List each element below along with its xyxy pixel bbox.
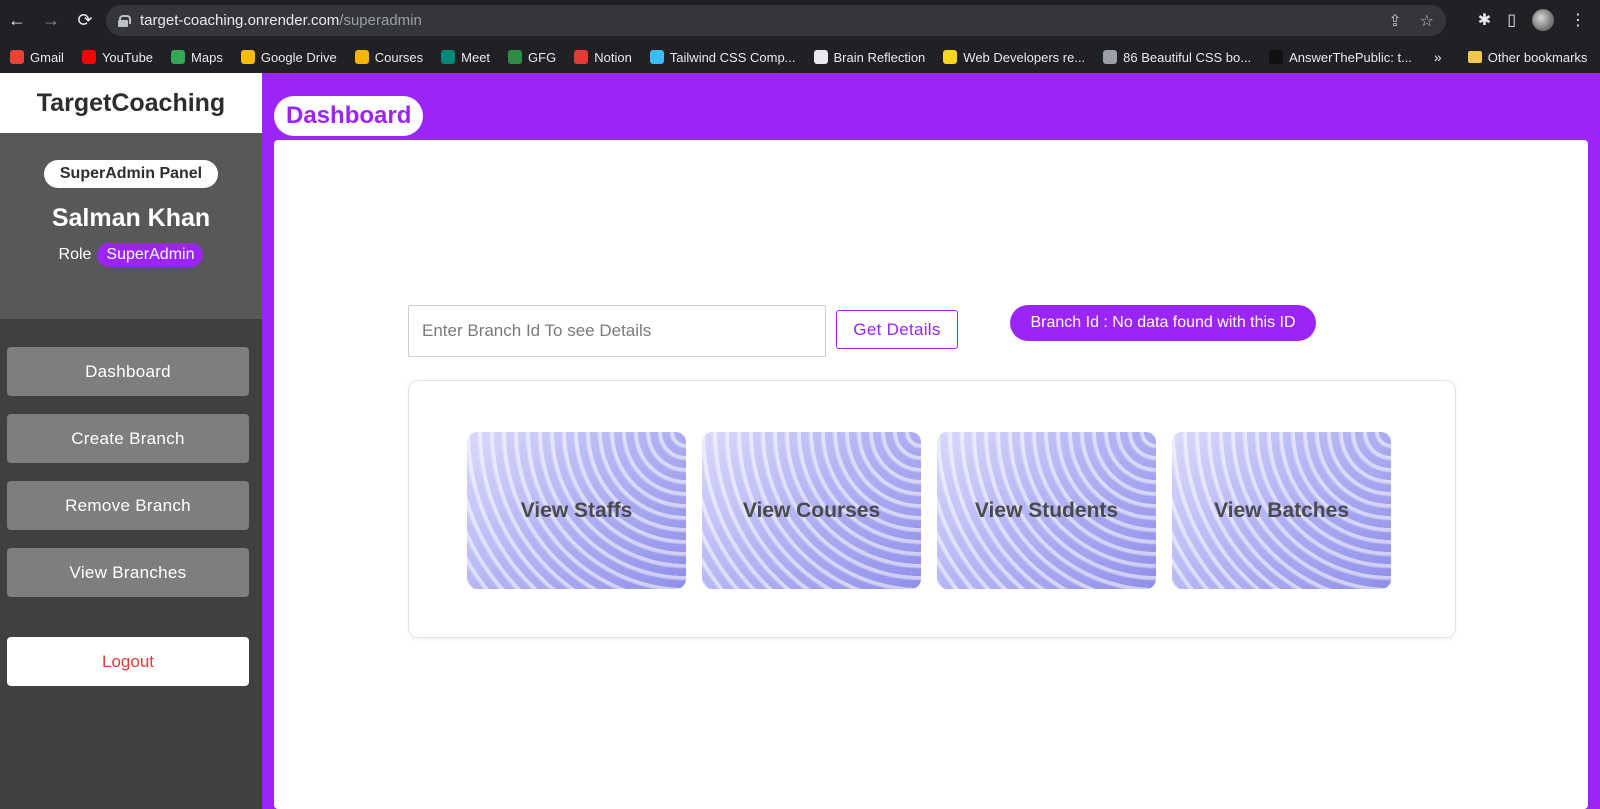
star-icon[interactable]: ☆ xyxy=(1420,11,1434,31)
bookmarks-bar: Gmail YouTube Maps Google Drive Courses Meet G… xyxy=(0,41,1600,73)
meet-icon xyxy=(441,50,456,64)
app-root: TargetCoaching SuperAdmin Panel Salman K… xyxy=(0,73,1600,809)
other-bookmarks-label: Other bookmarks xyxy=(1487,49,1588,65)
sidebar-item-dashboard[interactable]: Dashboard xyxy=(7,347,249,396)
sidebar-item-create-branch[interactable]: Create Branch xyxy=(7,414,249,463)
bookmark-label: Web Developers re... xyxy=(963,49,1086,65)
bookmark-label: Courses xyxy=(374,49,424,65)
sidebar-menu: Dashboard Create Branch Remove Branch Vi… xyxy=(0,319,262,686)
maps-icon xyxy=(171,50,186,64)
linux-icon xyxy=(943,50,958,64)
role-label: Role xyxy=(58,246,92,263)
view-students-card[interactable]: View Students xyxy=(937,432,1156,589)
profile-card: SuperAdmin Panel Salman Khan Role SuperA… xyxy=(0,133,262,319)
side-panel-icon[interactable]: ▯ xyxy=(1507,10,1516,30)
get-details-button[interactable]: Get Details xyxy=(836,310,958,349)
bookmark-item[interactable]: Gmail xyxy=(10,50,64,65)
bookmark-label: Notion xyxy=(594,49,632,65)
codepen-icon xyxy=(1103,50,1118,64)
url-host: target-coaching.onrender.com xyxy=(140,12,340,29)
main-content: Get Details Branch Id : No data found wi… xyxy=(274,140,1588,809)
browser-toolbar: ← → ⟳ target-coaching.onrender.com/super… xyxy=(0,0,1600,41)
page-title: Dashboard xyxy=(274,96,424,136)
bookmark-item[interactable]: Web Developers re... xyxy=(943,50,1085,65)
atp-icon xyxy=(1269,50,1284,64)
bookmark-item[interactable]: Tailwind CSS Comp... xyxy=(649,49,796,65)
address-bar[interactable]: target-coaching.onrender.com/superadmin … xyxy=(106,5,1446,36)
view-batches-card[interactable]: View Batches xyxy=(1172,432,1391,589)
other-bookmarks[interactable]: Other bookmarks xyxy=(1467,49,1588,65)
lock-icon xyxy=(118,14,131,27)
back-icon[interactable]: ← xyxy=(0,4,34,38)
gmail-icon xyxy=(10,50,24,64)
bookmark-item[interactable]: AnswerThePublic: t... xyxy=(1269,50,1412,65)
gfg-icon xyxy=(508,50,523,64)
logout-button[interactable]: Logout xyxy=(7,637,249,686)
branch-id-input[interactable] xyxy=(408,305,826,357)
view-courses-card[interactable]: View Courses xyxy=(702,432,921,589)
bookmark-item[interactable]: 86 Beautiful CSS bo... xyxy=(1103,50,1251,65)
bookmark-item[interactable]: YouTube xyxy=(81,49,154,65)
bookmark-label: GFG xyxy=(528,49,557,65)
tailwind-icon xyxy=(649,50,664,64)
actions-panel: View Staffs View Courses View Students V… xyxy=(408,380,1456,638)
bookmark-label: Meet xyxy=(461,49,491,65)
share-icon[interactable]: ⇪ xyxy=(1388,11,1401,31)
user-name: Salman Khan xyxy=(51,204,211,232)
sidebar-item-view-branches[interactable]: View Branches xyxy=(7,548,249,597)
reload-icon[interactable]: ⟳ xyxy=(68,4,102,38)
bookmark-label: 86 Beautiful CSS bo... xyxy=(1123,49,1252,65)
role-row: Role SuperAdmin xyxy=(59,243,204,267)
profile-avatar[interactable] xyxy=(1532,9,1554,31)
brand-logo[interactable]: TargetCoaching xyxy=(0,73,262,133)
bookmark-label: Brain Reflection xyxy=(833,49,926,65)
url-path: /superadmin xyxy=(339,12,422,29)
view-staffs-card[interactable]: View Staffs xyxy=(467,432,686,589)
sidebar: TargetCoaching SuperAdmin Panel Salman K… xyxy=(0,73,262,809)
role-badge: SuperAdmin xyxy=(97,243,204,267)
classroom-icon xyxy=(354,50,369,64)
bookmark-item[interactable]: Maps xyxy=(171,50,223,65)
bookmark-label: AnswerThePublic: t... xyxy=(1289,49,1412,65)
status-badge: Branch Id : No data found with this ID xyxy=(1010,305,1316,341)
bookmark-label: Maps xyxy=(191,49,223,65)
bookmark-item[interactable]: GFG xyxy=(508,50,556,65)
bookmark-item[interactable]: Meet xyxy=(441,50,490,65)
bookmark-item[interactable]: Courses xyxy=(354,49,424,65)
folder-icon xyxy=(1467,51,1482,63)
bookmark-item[interactable]: Google Drive xyxy=(240,49,337,65)
bookmark-label: Tailwind CSS Comp... xyxy=(669,49,796,65)
forward-icon[interactable]: → xyxy=(34,4,68,38)
drive-icon xyxy=(240,50,255,64)
bookmark-item[interactable]: Brain Reflection xyxy=(813,49,926,65)
notion-icon xyxy=(574,50,589,64)
panel-badge: SuperAdmin Panel xyxy=(43,160,219,188)
bookmark-label: Gmail xyxy=(30,49,64,65)
globe-icon xyxy=(813,50,828,64)
youtube-icon xyxy=(81,50,96,64)
sidebar-item-remove-branch[interactable]: Remove Branch xyxy=(7,481,249,530)
bookmarks-more-icon[interactable]: » xyxy=(1434,49,1442,65)
menu-kebab-icon[interactable]: ⋮ xyxy=(1570,10,1586,30)
bookmark-label: Google Drive xyxy=(260,49,337,65)
extensions-icon[interactable]: ✱ xyxy=(1478,10,1491,30)
bookmark-label: YouTube xyxy=(101,49,154,65)
bookmark-item[interactable]: Notion xyxy=(574,50,632,65)
